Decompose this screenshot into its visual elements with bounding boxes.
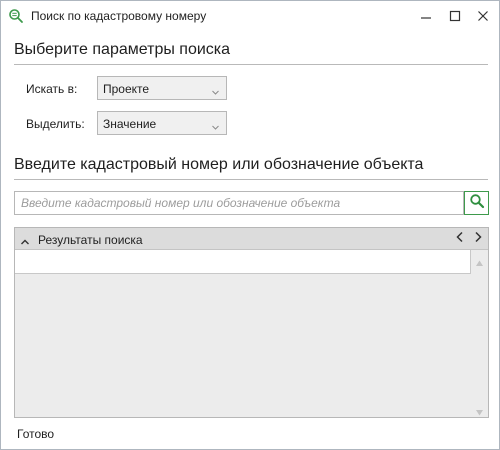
maximize-button[interactable] [440,1,470,31]
results-scrollbar[interactable] [471,250,488,417]
window-title: Поиск по кадастровому номеру [31,9,207,23]
chevron-down-icon [211,84,220,95]
chevron-down-icon [211,119,220,130]
magnifier-icon [8,8,24,24]
search-in-select[interactable]: Проекте [97,76,227,100]
close-button[interactable] [468,1,498,31]
search-input[interactable] [14,191,464,215]
status-text: Готово [17,427,55,441]
search-heading: Введите кадастровый номер или обозначени… [14,156,424,173]
params-heading: Выберите параметры поиска [14,41,231,58]
previous-result-button[interactable] [452,230,468,248]
collapse-icon[interactable] [20,234,30,245]
scroll-up-icon[interactable] [475,255,484,266]
search-button[interactable] [464,191,489,215]
search-dialog-window: Поиск по кадастровому номеру Выберите па… [0,0,500,450]
minimize-button[interactable] [411,1,441,31]
results-header[interactable]: Результаты поиска [15,228,488,250]
results-panel: Результаты поиска [14,227,489,418]
chevron-left-icon [455,230,465,248]
results-title: Результаты поиска [38,233,143,247]
next-result-button[interactable] [470,230,486,248]
search-icon [469,193,485,214]
search-in-value: Проекте [103,82,150,96]
results-row[interactable] [15,250,471,274]
params-divider [14,64,488,65]
search-in-label: Искать в: [26,82,78,96]
highlight-label: Выделить: [26,117,85,131]
chevron-right-icon [473,230,483,248]
search-divider [14,179,488,180]
highlight-value: Значение [103,117,157,131]
scroll-down-icon[interactable] [475,404,484,416]
title-bar[interactable]: Поиск по кадастровому номеру [1,1,499,31]
highlight-select[interactable]: Значение [97,111,227,135]
